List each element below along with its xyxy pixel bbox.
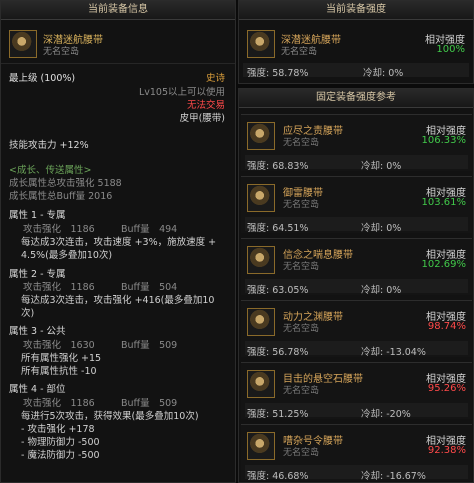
attr-2-line-2: 次) [21, 308, 35, 319]
ref-strength: 强度: 64.51% [247, 223, 309, 234]
ref-cooldown: 冷却: 0% [361, 223, 402, 234]
ref-cooldown: 冷却: 0% [361, 285, 402, 296]
ref-item-sub: 无名空岛 [283, 200, 320, 210]
reference-card[interactable]: 动力之渊腰带 无名空岛 相对强度 98.74% 强度: 56.78% 冷却: -… [241, 300, 472, 358]
rarity-text: 史诗 [205, 73, 225, 84]
strength-value: 强度: 58.78% [247, 68, 309, 79]
attr-3-buff: Buff量 509 [121, 340, 178, 351]
attr-4-line-3: - 物理防御力 -500 [21, 437, 100, 448]
belt-icon [247, 308, 275, 336]
ref-cooldown: 冷却: -16.67% [361, 471, 426, 482]
belt-icon [247, 370, 275, 398]
attr-4-buff: Buff量 509 [121, 398, 178, 409]
attr-3-line-1: 所有属性强化 +15 [21, 353, 102, 364]
ref-strength: 强度: 56.78% [247, 347, 309, 358]
current-item-subtitle: 无名空岛 [281, 47, 318, 57]
reference-card[interactable]: 应尽之责腰带 无名空岛 相对强度 106.33% 强度: 68.83% 冷却: … [241, 114, 472, 172]
attr-1-title: 属性 1 - 专属 [9, 210, 66, 221]
ref-cooldown: 冷却: -20% [361, 409, 411, 420]
attr-1-line-1: 每达成3次连击，攻击速度 +3%，施放速度 + [21, 237, 217, 248]
attr-1-buff: Buff量 494 [121, 224, 178, 235]
item-subtitle: 无名空岛 [43, 47, 80, 57]
attr-2-line-1: 每达成3次连击，攻击强化 +416(最多叠加10 [21, 295, 215, 306]
ref-item-sub: 无名空岛 [283, 386, 320, 396]
belt-item-icon[interactable] [9, 30, 37, 58]
ref-rel-value: 103.61% [421, 197, 467, 208]
belt-icon [247, 184, 275, 212]
growth-header: <成长、传送属性> [9, 165, 92, 176]
ref-cooldown: 冷却: 0% [361, 161, 402, 172]
attr-4-title: 属性 4 - 部位 [9, 384, 66, 395]
level-requirement: Lv105以上可以使用 [138, 87, 225, 98]
relative-strength-value: 100% [436, 44, 465, 55]
reference-card[interactable]: 御雷腰带 无名空岛 相对强度 103.61% 强度: 64.51% 冷却: 0% [241, 176, 472, 234]
attr-3-title: 属性 3 - 公共 [9, 326, 66, 337]
current-equipment-info-panel: 当前装备信息 深潜迷航腰带 无名空岛 最上级 (100%) 史诗 Lv105以上… [0, 0, 236, 483]
attr-1-atk: 攻击强化 1186 [23, 224, 95, 235]
attr-2-atk: 攻击强化 1186 [23, 282, 95, 293]
ref-strength: 强度: 63.05% [247, 285, 309, 296]
current-equipment-strength-panel: 当前装备强度 深潜迷航腰带 无名空岛 相对强度 100% 强度: 58.78% … [238, 0, 474, 84]
ref-rel-value: 102.69% [421, 259, 467, 270]
ref-strength: 强度: 68.83% [247, 161, 309, 172]
reference-header: 固定装备强度参考 [239, 89, 473, 108]
attr-4-line-4: - 魔法防御力 -500 [21, 450, 100, 461]
item-type: 皮甲(腰带) [179, 113, 225, 124]
ref-strength: 强度: 46.68% [247, 471, 309, 482]
left-panel-header: 当前装备信息 [1, 1, 235, 20]
attr-4-atk: 攻击强化 1186 [23, 398, 95, 409]
attr-3-atk: 攻击强化 1630 [23, 340, 95, 351]
ref-rel-value: 106.33% [421, 135, 467, 146]
right-panel-header: 当前装备强度 [239, 1, 473, 20]
attr-4-line-2: - 攻击强化 +178 [21, 424, 95, 435]
reference-card[interactable]: 嘈杂号令腰带 无名空岛 相对强度 92.38% 强度: 46.68% 冷却: -… [241, 424, 472, 482]
skill-attack: 技能攻击力 +12% [9, 140, 89, 151]
ref-strength: 强度: 51.25% [247, 409, 309, 420]
ref-item-sub: 无名空岛 [283, 324, 320, 334]
attr-4-line-1: 每进行5次攻击，获得效果(最多叠加10次) [21, 411, 199, 422]
current-belt-icon[interactable] [247, 30, 275, 58]
trade-status: 无法交易 [186, 100, 225, 111]
ref-rel-value: 92.38% [427, 445, 466, 456]
reference-card[interactable]: 信念之喘息腰带 无名空岛 相对强度 102.69% 强度: 63.05% 冷却:… [241, 238, 472, 296]
growth-buff: 成长属性总Buff量 2016 [9, 191, 113, 202]
attr-2-title: 属性 2 - 专属 [9, 269, 66, 280]
attr-3-line-2: 所有属性抗性 -10 [21, 366, 97, 377]
ref-rel-value: 95.26% [427, 383, 466, 394]
ref-rel-value: 98.74% [427, 321, 466, 332]
grade-text: 最上级 (100%) [9, 73, 76, 84]
growth-attack: 成长属性总攻击强化 5188 [9, 178, 122, 189]
attr-2-buff: Buff量 504 [121, 282, 178, 293]
belt-icon [247, 122, 275, 150]
belt-icon [247, 432, 275, 460]
ref-item-sub: 无名空岛 [283, 138, 320, 148]
reference-card[interactable]: 目击的悬空石腰带 无名空岛 相对强度 95.26% 强度: 51.25% 冷却:… [241, 362, 472, 420]
attr-1-line-2: 4.5%(最多叠加10次) [21, 250, 113, 261]
belt-icon [247, 246, 275, 274]
ref-item-sub: 无名空岛 [283, 262, 320, 272]
ref-item-sub: 无名空岛 [283, 448, 320, 458]
cooldown-value: 冷却: 0% [363, 68, 404, 79]
divider [1, 63, 235, 64]
ref-cooldown: 冷却: -13.04% [361, 347, 426, 358]
